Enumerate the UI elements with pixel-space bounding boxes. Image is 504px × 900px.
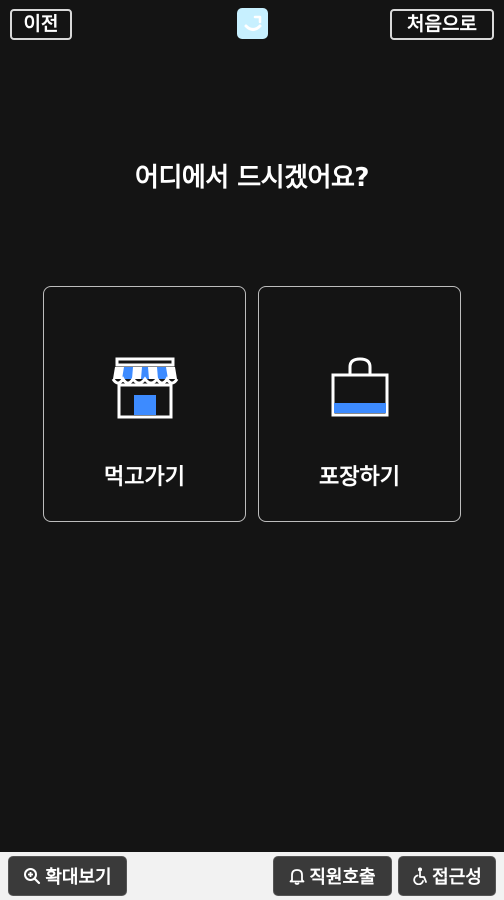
shopping-bag-icon	[331, 357, 389, 417]
accessibility-label: 접근성	[432, 867, 482, 888]
order-type-screen: 이전 처음으로 어디에서 드시겠어요? 먹고가기 포장하기 확대보기 직원호출 …	[0, 0, 504, 900]
takeout-option-card[interactable]: 포장하기	[258, 286, 461, 522]
store-icon	[111, 357, 179, 419]
app-logo-icon	[237, 8, 268, 39]
bell-icon	[289, 869, 305, 885]
zoom-label: 확대보기	[45, 867, 112, 888]
accessibility-button[interactable]: 접근성	[398, 856, 496, 896]
page-title: 어디에서 드시겠어요?	[135, 163, 369, 193]
wheelchair-icon	[413, 867, 428, 885]
eat-in-label: 먹고가기	[104, 465, 185, 490]
eat-in-option-card[interactable]: 먹고가기	[43, 286, 246, 522]
call-staff-label: 직원호출	[309, 867, 376, 888]
zoom-in-icon	[24, 868, 41, 885]
call-staff-button[interactable]: 직원호출	[273, 856, 392, 896]
takeout-label: 포장하기	[319, 465, 400, 490]
home-button[interactable]: 처음으로	[390, 9, 494, 40]
zoom-button[interactable]: 확대보기	[8, 856, 127, 896]
bottom-bar: 확대보기 직원호출 접근성	[0, 852, 504, 900]
prev-button[interactable]: 이전	[10, 9, 72, 40]
